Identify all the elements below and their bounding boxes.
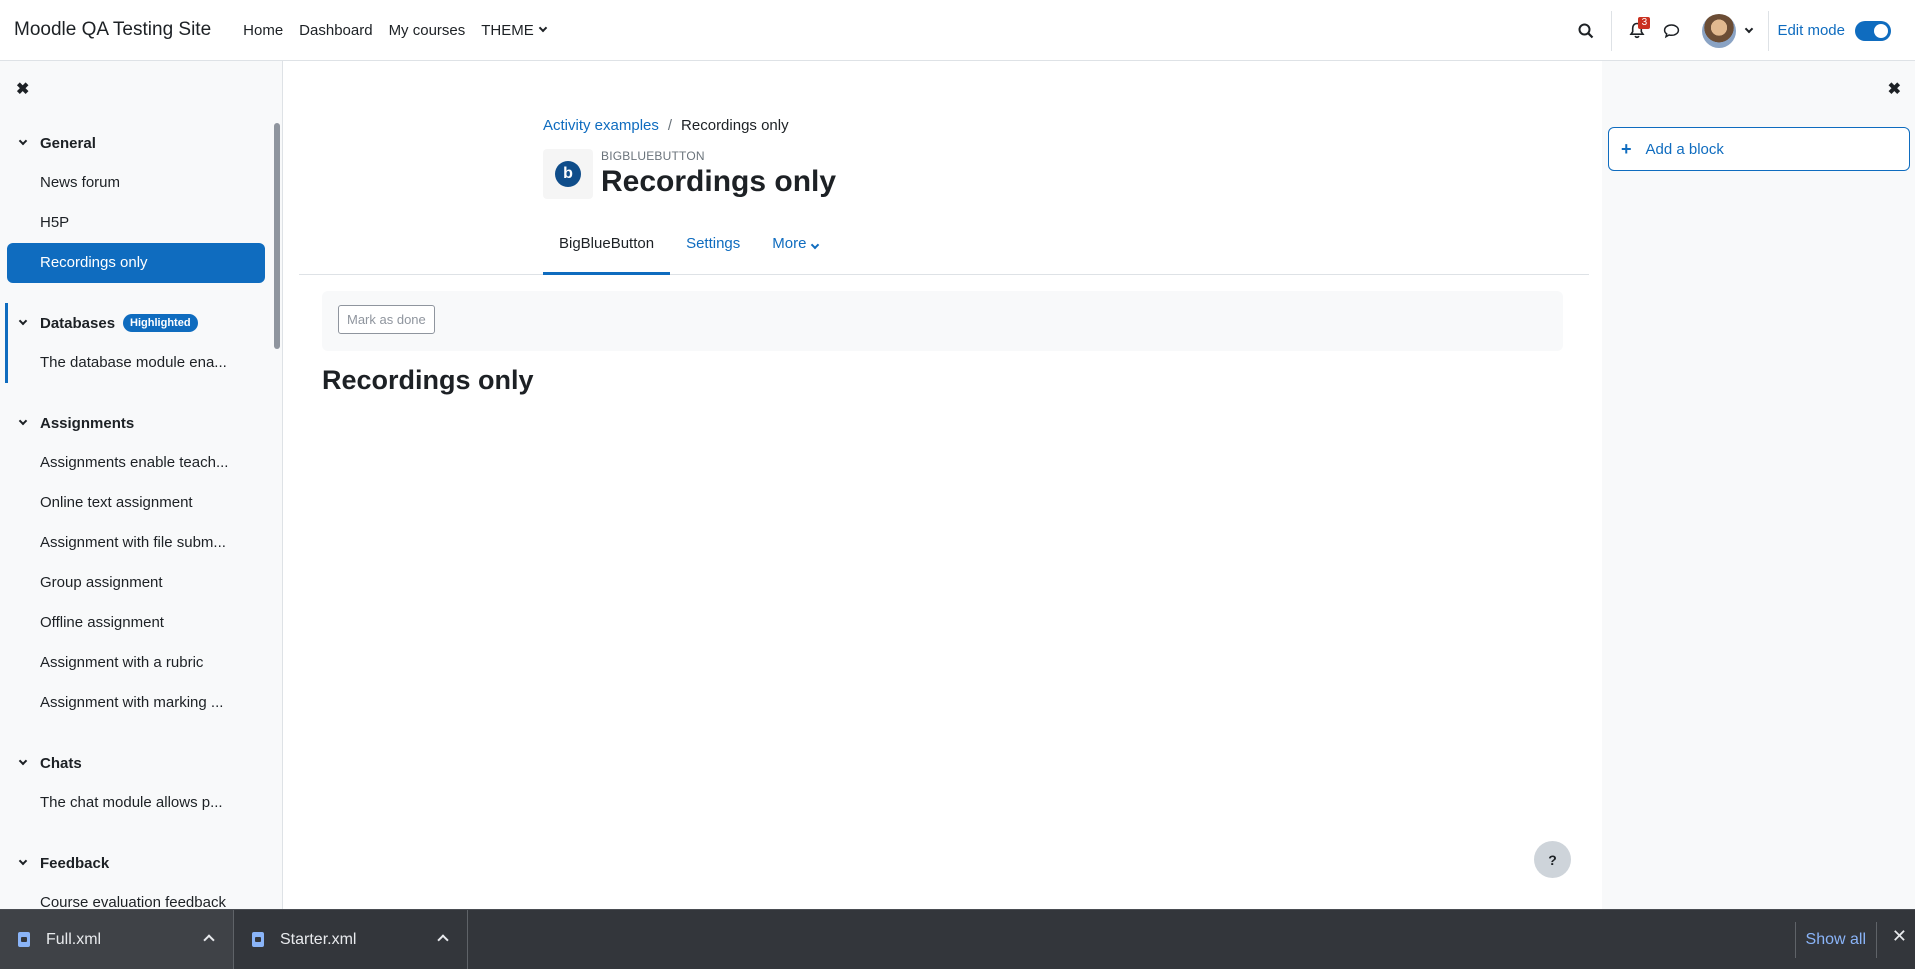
breadcrumb: Activity examples / Recordings only <box>543 117 789 134</box>
primary-navigation: Home Dashboard My courses THEME <box>235 0 554 60</box>
tab-more-label: More <box>772 235 807 252</box>
close-icon: ✕ <box>1891 926 1907 946</box>
section-title: Databases <box>40 314 116 332</box>
highlighted-badge: Highlighted <box>123 314 198 332</box>
section-toggle[interactable]: Assignments <box>0 403 276 443</box>
breadcrumb-separator: / <box>667 117 673 134</box>
nav-dashboard[interactable]: Dashboard <box>291 22 380 39</box>
course-index-item[interactable]: Assignment with file subm... <box>0 523 276 563</box>
course-index-item[interactable]: News forum <box>0 163 276 203</box>
section-title: Chats <box>40 754 82 772</box>
chevron-down-icon <box>538 23 547 33</box>
module-type-label: BIGBLUEBUTTON <box>601 149 705 163</box>
avatar <box>1702 13 1737 48</box>
add-block-label: Add a block <box>1645 140 1724 158</box>
course-index-item[interactable]: Online text assignment <box>0 483 276 523</box>
show-all-downloads-button[interactable]: Show all <box>1794 922 1877 958</box>
chevron-down-icon <box>811 240 820 250</box>
navbar-right: 3 Edit mode <box>1569 0 1915 61</box>
download-filename: Full.xml <box>46 930 102 948</box>
notifications-button[interactable]: 3 <box>1620 14 1654 48</box>
close-block-drawer-button[interactable]: ✖ <box>1888 79 1901 99</box>
section-title: Feedback <box>40 854 110 872</box>
section-title: General <box>40 134 96 152</box>
section-feedback: Feedback Course evaluation feedback <box>0 843 276 909</box>
tab-bigbluebutton[interactable]: BigBlueButton <box>543 227 671 275</box>
notification-count-badge: 3 <box>1638 16 1651 29</box>
block-drawer: ✖ + Add a block <box>1602 61 1915 909</box>
user-menu-toggle[interactable] <box>1702 13 1754 48</box>
site-name[interactable]: Moodle QA Testing Site <box>14 19 211 41</box>
download-item[interactable]: Full.xml <box>0 909 234 969</box>
chevron-down-icon <box>18 136 28 146</box>
mark-as-done-button[interactable]: Mark as done <box>338 305 435 334</box>
course-index: General News forum H5P Recordings only D… <box>0 123 276 909</box>
chevron-down-icon <box>18 756 28 766</box>
search-icon <box>1578 23 1594 38</box>
chevron-up-icon[interactable] <box>437 933 449 946</box>
messages-button[interactable] <box>1654 14 1688 48</box>
downloads-bar: Full.xml Starter.xml Show all ✕ <box>0 909 1915 969</box>
chevron-down-icon <box>18 416 28 426</box>
breadcrumb-current: Recordings only <box>681 117 789 134</box>
section-toggle[interactable]: General <box>0 123 276 163</box>
course-index-item[interactable]: Course evaluation feedback <box>0 883 276 909</box>
course-index-item[interactable]: Assignment with a rubric <box>0 643 276 683</box>
message-icon <box>1663 23 1680 38</box>
course-index-drawer: ✖ General News forum H5P Recordings only… <box>0 61 283 909</box>
breadcrumb-parent-link[interactable]: Activity examples <box>543 117 659 134</box>
page-header: b BIGBLUEBUTTON Recordings only <box>543 149 836 199</box>
nav-my-courses[interactable]: My courses <box>381 22 474 39</box>
section-assignments: Assignments Assignments enable teach... … <box>0 403 276 723</box>
secondary-navigation: BigBlueButton Settings More <box>299 227 1589 275</box>
edit-mode-label: Edit mode <box>1777 22 1845 39</box>
add-block-button[interactable]: + Add a block <box>1608 127 1910 171</box>
nav-theme-label: THEME <box>481 21 534 39</box>
section-title: Assignments <box>40 414 135 432</box>
chevron-down-icon <box>1745 24 1754 33</box>
tab-settings[interactable]: Settings <box>670 227 756 275</box>
section-toggle[interactable]: Databases Highlighted <box>0 303 276 343</box>
file-icon <box>252 932 264 947</box>
chevron-up-icon[interactable] <box>203 933 215 946</box>
file-icon <box>18 932 30 947</box>
nav-home[interactable]: Home <box>235 22 291 39</box>
close-icon: ✖ <box>16 81 30 98</box>
course-index-item[interactable]: Assignments enable teach... <box>0 443 276 483</box>
course-index-item[interactable]: H5P <box>0 203 276 243</box>
plus-icon: + <box>1621 138 1632 159</box>
activity-completion-bar: Mark as done <box>322 291 1563 351</box>
bigbluebutton-icon: b <box>543 149 593 199</box>
close-course-index-button[interactable]: ✖ <box>16 79 29 99</box>
chevron-down-icon <box>18 316 28 326</box>
course-index-item[interactable]: The chat module allows p... <box>0 783 276 823</box>
divider <box>1611 10 1613 51</box>
nav-theme[interactable]: THEME <box>473 22 554 39</box>
course-index-item[interactable]: Assignment with marking ... <box>0 683 276 723</box>
section-databases: Databases Highlighted The database module… <box>0 303 276 383</box>
section-toggle[interactable]: Feedback <box>0 843 276 883</box>
course-index-item[interactable]: Group assignment <box>0 563 276 603</box>
section-chats: Chats The chat module allows p... <box>0 743 276 823</box>
search-button[interactable] <box>1569 14 1603 48</box>
tab-more[interactable]: More <box>756 227 834 275</box>
section-general: General News forum H5P Recordings only <box>0 123 276 283</box>
course-index-item[interactable]: Offline assignment <box>0 603 276 643</box>
edit-mode-toggle[interactable] <box>1855 20 1891 41</box>
chevron-down-icon <box>18 856 28 866</box>
divider <box>1768 10 1770 51</box>
section-toggle[interactable]: Chats <box>0 743 276 783</box>
help-button[interactable]: ? <box>1534 841 1571 878</box>
top-navbar: Moodle QA Testing Site Home Dashboard My… <box>0 0 1915 61</box>
close-icon: ✖ <box>1887 81 1901 98</box>
close-downloads-bar-button[interactable]: ✕ <box>1892 926 1907 947</box>
page-title: Recordings only <box>601 165 837 198</box>
course-index-item[interactable]: The database module ena... <box>0 343 276 383</box>
main-content: Activity examples / Recordings only b BI… <box>283 61 1602 909</box>
download-item[interactable]: Starter.xml <box>234 909 468 969</box>
course-index-item-active[interactable]: Recordings only <box>7 243 265 283</box>
activity-heading: Recordings only <box>322 365 534 395</box>
edit-mode-switch[interactable]: Edit mode <box>1777 20 1891 41</box>
download-filename: Starter.xml <box>280 930 357 948</box>
